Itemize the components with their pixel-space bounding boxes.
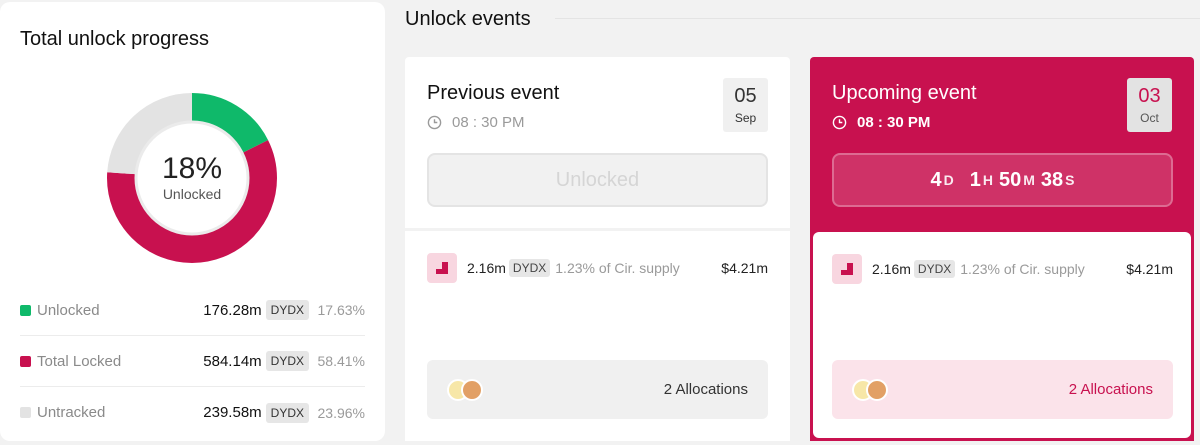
date-month: Oct xyxy=(1140,110,1159,125)
legend-label: Unlocked xyxy=(37,301,100,319)
events-title: Unlock events xyxy=(405,8,531,30)
event-name: Upcoming event xyxy=(832,82,977,104)
allocations-label: 2 Allocations xyxy=(1068,381,1153,398)
countdown-seconds: 38 xyxy=(1040,168,1064,191)
legend-percent: 58.41% xyxy=(317,353,365,369)
donut-label: Unlocked xyxy=(162,186,222,202)
clock-icon xyxy=(832,115,847,130)
progress-title: Total unlock progress xyxy=(20,28,209,50)
previous-event-card[interactable]: Previous event 08 : 30 PM 05 Sep Unlocke… xyxy=(405,57,790,228)
allocations-label: 2 Allocations xyxy=(663,381,748,398)
countdown-seconds-unit: S xyxy=(1065,172,1075,188)
allocations-button[interactable]: 2 Allocations xyxy=(832,360,1173,419)
donut-percent: 18% xyxy=(161,152,223,185)
progress-legend: Unlocked 176.28m DYDX 17.63% Total Locke… xyxy=(20,285,365,438)
legend-swatch xyxy=(20,407,31,418)
date-day: 03 xyxy=(1138,84,1161,107)
countdown-hours: 1 xyxy=(969,168,981,191)
allocations-button[interactable]: 2 Allocations xyxy=(427,360,768,419)
date-badge: 03 Oct xyxy=(1127,78,1172,132)
legend-amount: 239.58m xyxy=(203,404,262,421)
allocation-avatars xyxy=(447,378,497,401)
unlock-amount: 2.16m xyxy=(872,261,911,277)
event-time: 08 : 30 PM xyxy=(427,114,525,131)
legend-percent: 17.63% xyxy=(317,302,365,318)
countdown-minutes-unit: M xyxy=(1023,172,1035,188)
countdown-hours-unit: H xyxy=(982,172,993,188)
allocation-avatars xyxy=(852,378,902,401)
allocation-avatar xyxy=(866,378,888,401)
legend-swatch xyxy=(20,304,31,316)
token-tag: DYDX xyxy=(508,259,551,277)
legend-percent: 23.96% xyxy=(317,404,365,421)
clock-icon xyxy=(427,115,442,130)
unlock-row: 2.16m DYDX 1.23% of Cir. supply $4.21m xyxy=(427,253,768,283)
token-tag: DYDX xyxy=(265,351,309,371)
countdown-timer: 4 D 1 H 50 M 38 S xyxy=(832,153,1173,207)
dydx-token-icon xyxy=(427,253,457,283)
event-name: Previous event xyxy=(427,82,560,104)
allocation-avatar xyxy=(461,378,483,401)
upcoming-details-inner: 2.16m DYDX 1.23% of Cir. supply $4.21m 2… xyxy=(813,232,1191,438)
supply-percent: 1.23% of Cir. supply xyxy=(555,260,680,276)
token-tag: DYDX xyxy=(265,300,309,320)
unlock-usd-value: $4.21m xyxy=(1126,261,1173,277)
countdown-days-unit: D xyxy=(943,172,954,188)
legend-label: Total Locked xyxy=(37,352,122,370)
previous-event-details: 2.16m DYDX 1.23% of Cir. supply $4.21m 2… xyxy=(405,231,790,441)
date-month: Sep xyxy=(734,110,757,125)
donut-center: 18% Unlocked xyxy=(107,93,277,263)
date-badge: 05 Sep xyxy=(723,78,768,132)
legend-row-untracked: Untracked 239.58m DYDX 23.96% xyxy=(20,387,365,438)
date-day: 05 xyxy=(734,84,757,107)
legend-amount: 584.14m xyxy=(203,352,262,370)
unlock-usd-value: $4.21m xyxy=(721,260,768,276)
countdown-minutes: 50 xyxy=(998,168,1022,191)
dydx-token-icon xyxy=(832,254,862,284)
event-time: 08 : 30 PM xyxy=(832,114,930,131)
unlock-progress-card: Total unlock progress 18% Unlocked Unloc… xyxy=(0,2,385,441)
legend-swatch xyxy=(20,355,31,367)
legend-label: Untracked xyxy=(37,404,106,421)
unlock-row: 2.16m DYDX 1.23% of Cir. supply $4.21m xyxy=(832,254,1173,284)
event-time-text: 08 : 30 PM xyxy=(452,114,525,131)
upcoming-event-card[interactable]: Upcoming event 08 : 30 PM 03 Oct 4 D 1 H… xyxy=(810,57,1194,232)
event-time-text: 08 : 30 PM xyxy=(857,114,931,131)
legend-row-unlocked: Unlocked 176.28m DYDX 17.63% xyxy=(20,285,365,336)
divider xyxy=(555,18,1200,19)
unlocked-status-button[interactable]: Unlocked xyxy=(427,153,768,207)
token-tag: DYDX xyxy=(265,402,309,423)
unlock-amount: 2.16m xyxy=(467,260,506,276)
unlock-donut-chart: 18% Unlocked xyxy=(107,93,277,263)
token-tag: DYDX xyxy=(913,260,956,278)
legend-row-total-locked: Total Locked 584.14m DYDX 58.41% xyxy=(20,336,365,387)
supply-percent: 1.23% of Cir. supply xyxy=(960,261,1085,277)
upcoming-event-details: 2.16m DYDX 1.23% of Cir. supply $4.21m 2… xyxy=(810,229,1194,441)
countdown-days: 4 xyxy=(930,168,942,191)
legend-amount: 176.28m xyxy=(203,301,262,319)
